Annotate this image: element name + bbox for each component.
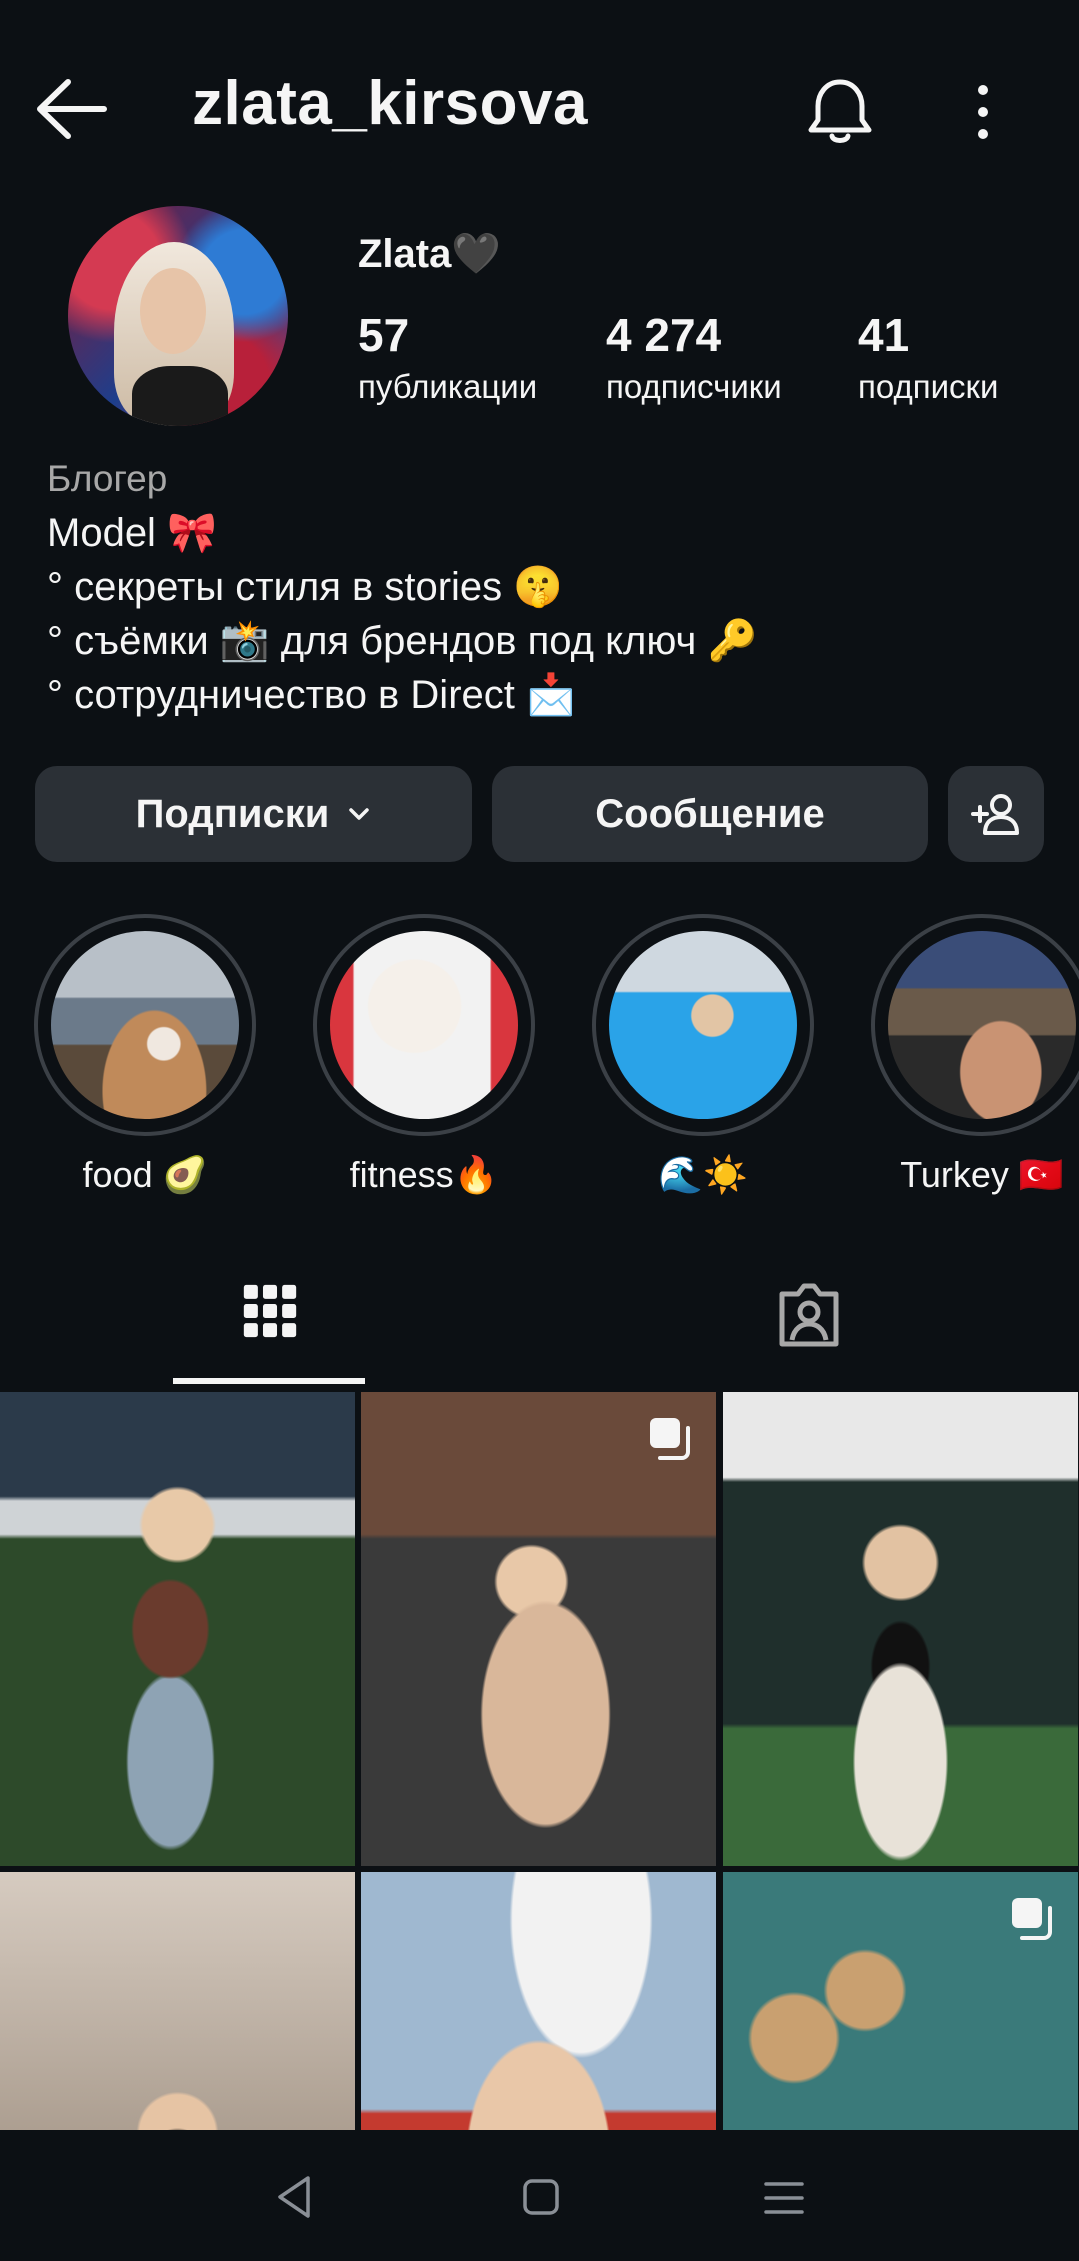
story-highlight[interactable]: Turkey 🇹🇷 [869,914,1079,1196]
stat-posts[interactable]: 57 публикации [358,308,537,406]
highlight-caption: food 🥑 [82,1154,208,1195]
bio-line: ° секреты стиля в stories 🤫 [47,565,564,609]
system-nav-bar [0,2130,1079,2261]
stat-followers-value: 4 274 [606,309,722,361]
post-thumbnail[interactable] [361,1392,716,1866]
highlight-caption: fitness🔥 [349,1154,499,1195]
bio-category: Блогер [47,458,168,499]
post-thumbnail[interactable] [0,1872,355,2130]
back-arrow-icon[interactable] [34,78,108,140]
highlight-caption: 🌊☀️ [658,1154,748,1195]
stat-following-value: 41 [858,309,910,361]
story-highlight[interactable]: 🌊☀️ [590,914,816,1196]
nav-recents-icon[interactable] [764,2178,804,2218]
carousel-icon [1012,1898,1052,1940]
more-options-icon[interactable] [960,82,1006,142]
stat-following-label: подписки [858,368,999,405]
tagged-icon[interactable] [774,1280,844,1350]
bio-line: ° сотрудничество в Direct 📩 [47,673,576,717]
post-thumbnail[interactable] [723,1872,1078,2130]
add-user-icon [971,794,1019,835]
post-thumbnail[interactable] [361,1872,716,2130]
highlight-cover [51,931,239,1119]
active-tab-indicator [173,1378,365,1384]
post-thumbnail[interactable] [0,1392,355,1866]
profile-tabs [0,1232,1079,1384]
highlight-cover [609,931,797,1119]
nav-back-icon[interactable] [274,2174,314,2220]
profile-bio: Блогер Model 🎀 ° секреты стиля в stories… [47,452,1047,722]
highlight-cover [330,931,518,1119]
suggested-users-button[interactable] [948,766,1044,862]
post-thumbnail[interactable] [723,1392,1078,1866]
stat-following[interactable]: 41 подписки [858,308,998,406]
profile-display-name: Zlata🖤 [358,232,502,276]
profile-header: zlata_kirsova [0,0,1079,220]
bio-line: ° съёмки 📸 для брендов под ключ 🔑 [47,619,758,663]
story-highlight[interactable]: fitness🔥 [311,914,537,1196]
highlight-cover [888,931,1076,1119]
profile-username: zlata_kirsova [192,69,588,138]
profile-avatar[interactable] [68,206,288,426]
nav-home-icon[interactable] [522,2178,560,2216]
bell-icon[interactable] [806,76,874,146]
following-button-label: Подписки [135,791,330,836]
grid-icon[interactable] [240,1276,300,1346]
following-button[interactable]: Подписки [35,766,472,862]
chevron-down-icon [349,808,370,820]
message-button-label: Сообщение [595,791,825,836]
stat-followers-label: подписчики [606,368,782,405]
stat-posts-label: публикации [358,368,538,405]
highlight-caption: Turkey 🇹🇷 [900,1154,1064,1195]
stat-posts-value: 57 [358,309,410,361]
message-button[interactable]: Сообщение [492,766,928,862]
carousel-icon [650,1418,690,1460]
bio-line: Model 🎀 [47,511,217,555]
story-highlight[interactable]: food 🥑 [32,914,258,1196]
stat-followers[interactable]: 4 274 подписчики [606,308,782,406]
posts-grid [0,1392,1079,2130]
